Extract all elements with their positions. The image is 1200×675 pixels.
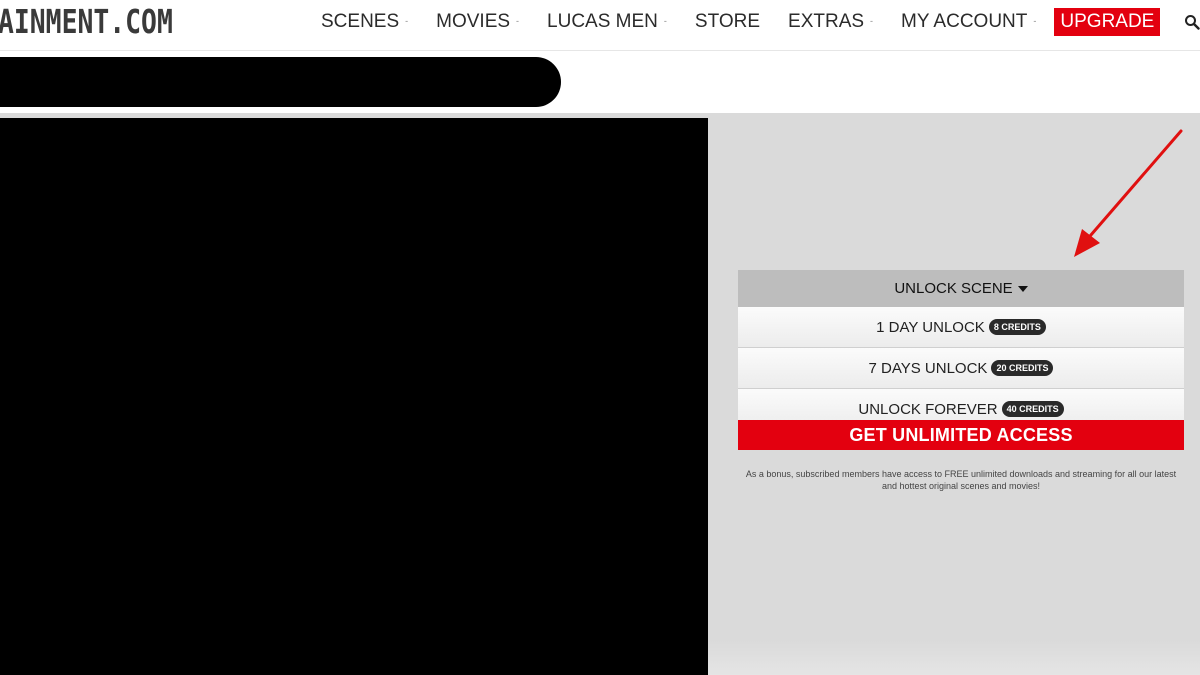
site-header: AINMENT.COM SCENES - MOVIES - LUCAS MEN … (0, 0, 1200, 51)
nav-scenes-label: SCENES (321, 11, 400, 32)
dropdown-caret-icon: - (1033, 16, 1037, 26)
option-label: 1 DAY UNLOCK (876, 318, 985, 336)
option-label: UNLOCK FOREVER (858, 400, 998, 418)
get-unlimited-access-button[interactable]: GET UNLIMITED ACCESS (738, 420, 1184, 450)
dropdown-caret-icon: - (405, 16, 409, 26)
nav-store-label: STORE (694, 11, 761, 32)
nav-extras[interactable]: EXTRAS - (788, 11, 873, 33)
unlock-scene-label: UNLOCK SCENE (894, 280, 1013, 297)
dropdown-caret-icon: - (663, 16, 667, 26)
option-label: 7 DAYS UNLOCK (868, 359, 988, 377)
nav-my-account-label: MY ACCOUNT (901, 11, 1028, 32)
site-logo[interactable]: AINMENT.COM (0, 2, 173, 41)
bonus-text: As a bonus, subscribed members have acce… (745, 469, 1177, 491)
credits-badge: 8 CREDITS (988, 319, 1046, 335)
panel-fade (708, 640, 1200, 675)
nav-lucas-men[interactable]: LUCAS MEN - (547, 11, 667, 33)
nav-lucas-men-label: LUCAS MEN (547, 11, 658, 32)
dropdown-caret-icon: - (516, 16, 520, 26)
nav-extras-label: EXTRAS (788, 11, 865, 32)
annotation-arrow-icon (1074, 129, 1183, 257)
nav-scenes[interactable]: SCENES - (321, 11, 408, 33)
unlock-option-1-day[interactable]: 1 DAY UNLOCK 8 CREDITS (738, 307, 1184, 348)
video-player[interactable] (0, 118, 708, 675)
search-icon[interactable] (1184, 14, 1200, 30)
scene-title-bar (0, 57, 561, 107)
credits-badge: 40 CREDITS (1001, 401, 1064, 417)
upgrade-button[interactable]: UPGRADE (1054, 8, 1161, 36)
dropdown-caret-icon: - (870, 16, 874, 26)
nav-store[interactable]: STORE (695, 11, 760, 33)
unlock-option-7-days[interactable]: 7 DAYS UNLOCK 20 CREDITS (738, 348, 1184, 389)
nav-my-account[interactable]: MY ACCOUNT - (901, 11, 1036, 33)
main-nav: SCENES - MOVIES - LUCAS MEN - STORE EXTR… (321, 7, 1200, 37)
unlock-scene-toggle[interactable]: UNLOCK SCENE (738, 270, 1184, 307)
nav-movies[interactable]: MOVIES - (436, 11, 519, 33)
unlock-scene-menu: UNLOCK SCENE 1 DAY UNLOCK 8 CREDITS 7 DA… (738, 270, 1184, 450)
nav-movies-label: MOVIES (436, 11, 511, 32)
credits-badge: 20 CREDITS (991, 360, 1054, 376)
triangle-down-icon (1017, 285, 1028, 292)
